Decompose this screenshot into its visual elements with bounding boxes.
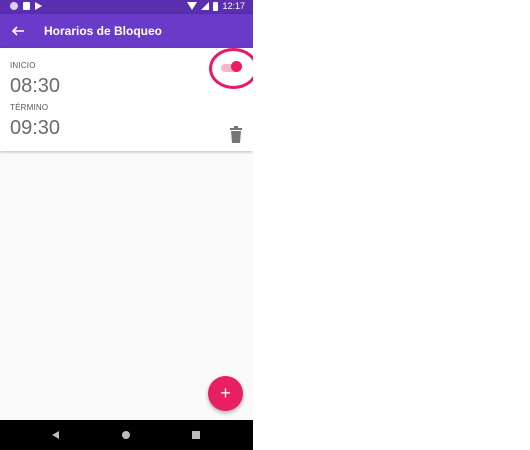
app-bar: Horarios de Bloqueo <box>0 14 253 48</box>
status-system: 12:17 <box>187 1 245 11</box>
page-title: Horarios de Bloqueo <box>44 24 163 38</box>
battery-icon <box>213 1 219 11</box>
notification-dot-icon <box>10 2 18 10</box>
play-store-icon <box>35 2 42 10</box>
nav-recents-icon[interactable] <box>192 431 200 439</box>
start-time[interactable]: 08:30 <box>10 75 60 98</box>
end-label: TÉRMINO <box>10 103 49 112</box>
sd-card-icon <box>23 2 30 10</box>
phone-screen: 12:17 Horarios de Bloqueo INICIO 08:30 T… <box>0 0 253 450</box>
nav-home-icon[interactable] <box>122 431 130 439</box>
status-notifications <box>10 2 42 10</box>
status-bar: 12:17 <box>0 0 253 14</box>
add-schedule-button[interactable]: + <box>208 376 243 411</box>
status-clock: 12:17 <box>222 1 245 11</box>
trash-icon[interactable] <box>229 126 243 143</box>
wifi-icon <box>187 2 198 10</box>
highlight-circle <box>209 48 253 89</box>
start-label: INICIO <box>10 61 36 70</box>
nav-back-icon[interactable] <box>52 431 59 439</box>
navigation-bar <box>0 420 253 450</box>
back-arrow-icon[interactable] <box>10 23 26 39</box>
signal-icon <box>201 2 210 10</box>
end-time[interactable]: 09:30 <box>10 117 60 140</box>
